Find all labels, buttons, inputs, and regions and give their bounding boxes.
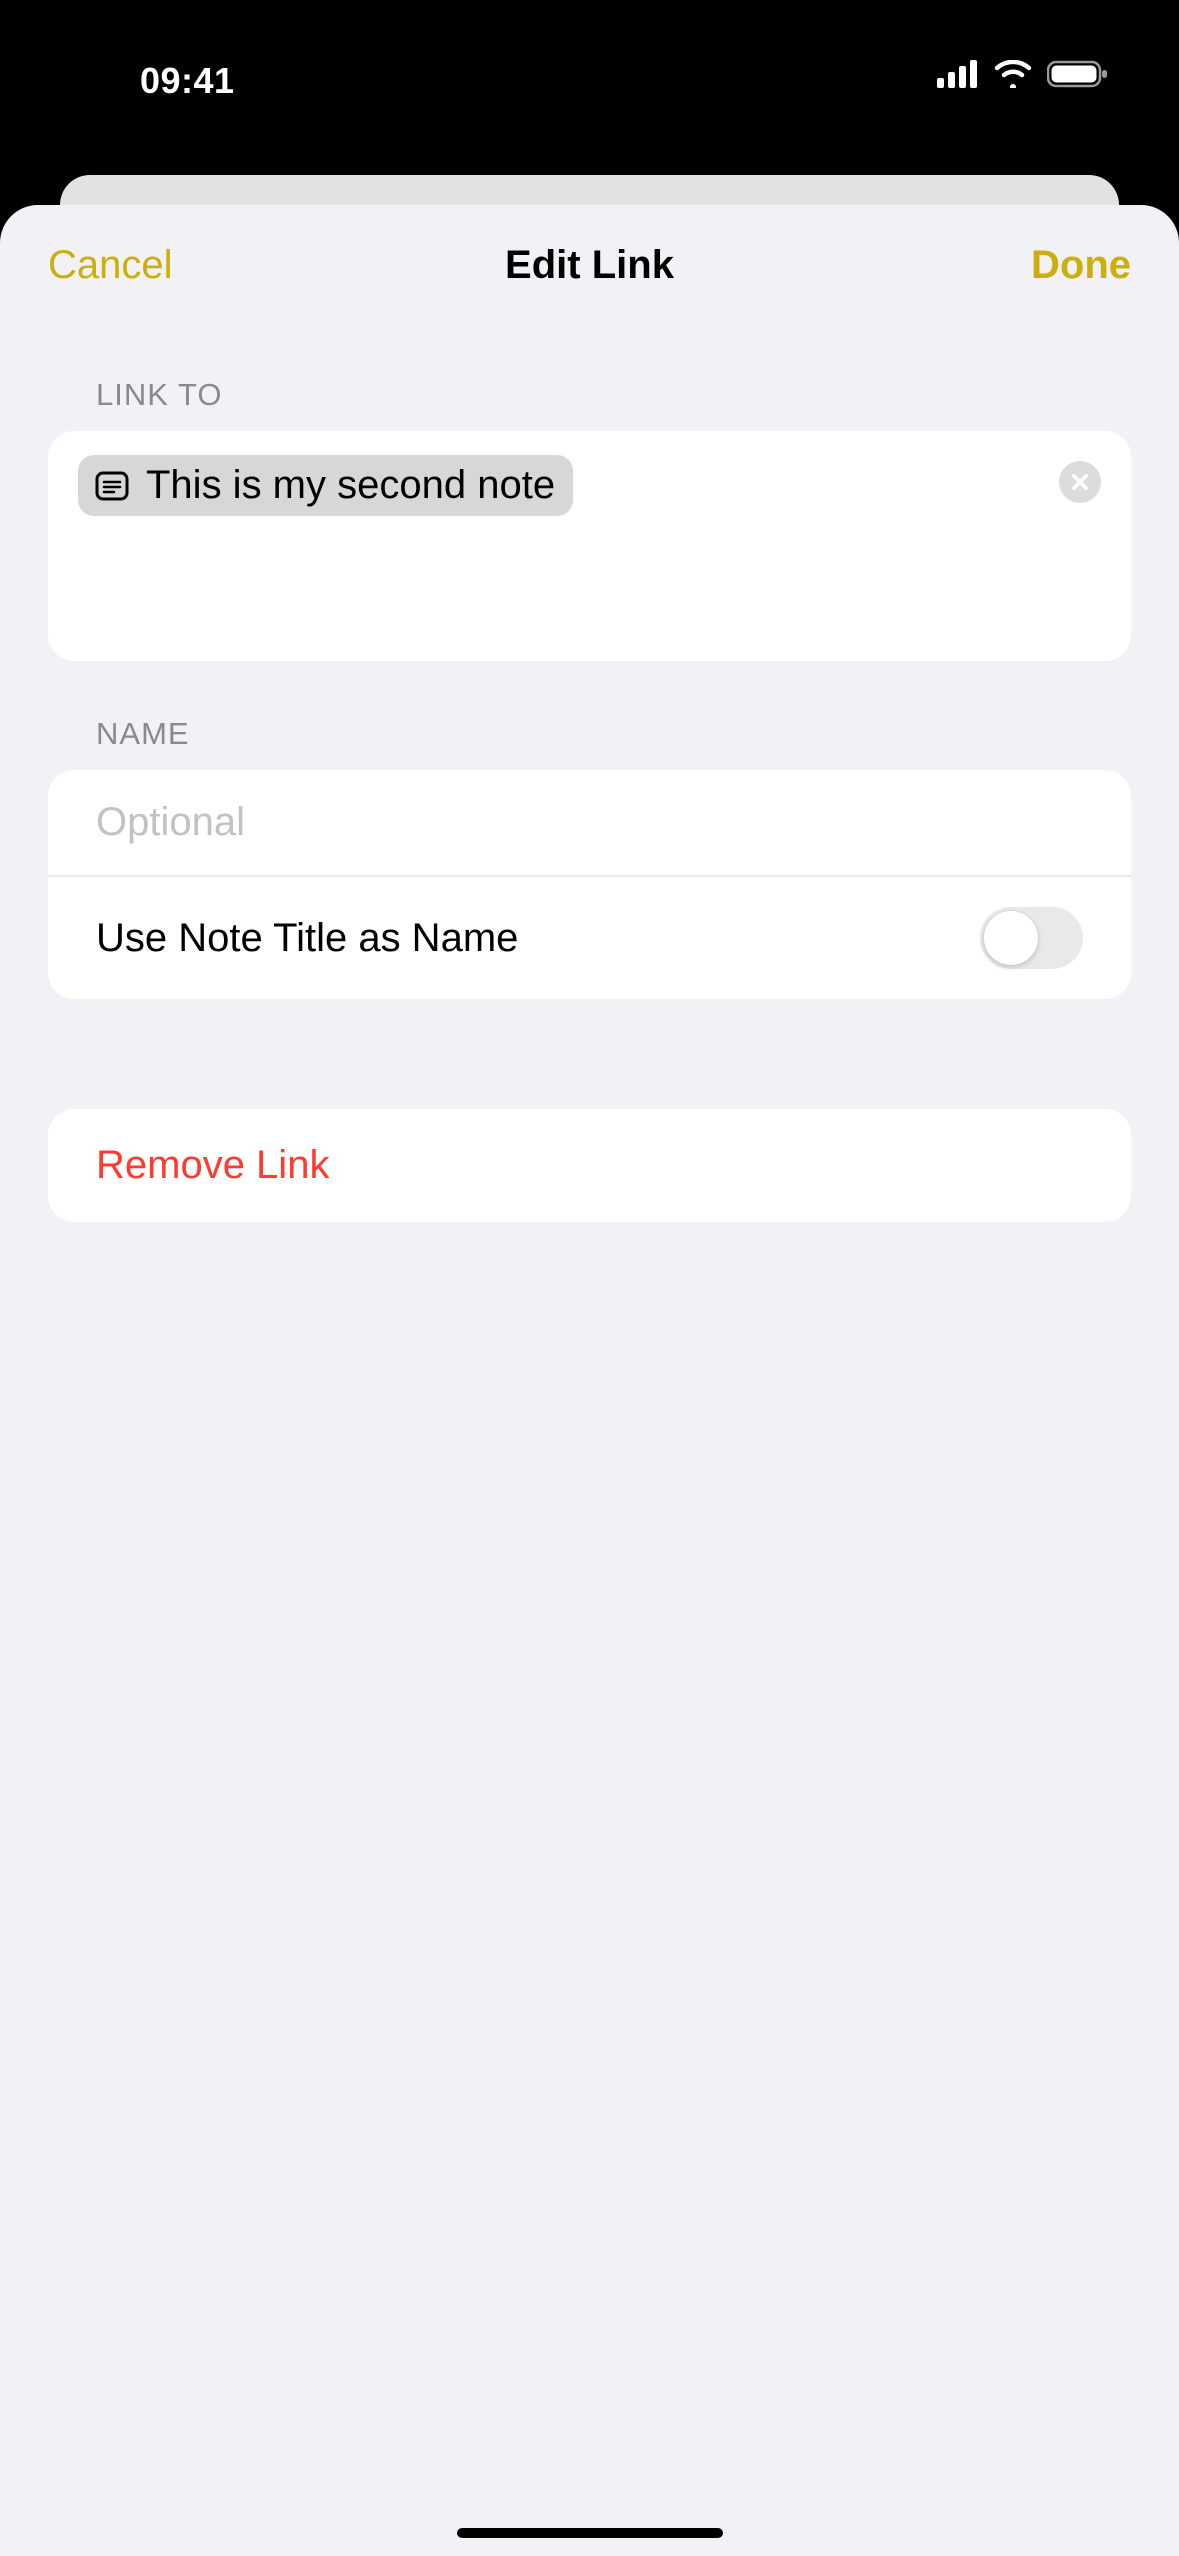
remove-link-button[interactable]: Remove Link bbox=[96, 1143, 329, 1188]
section-header-name: NAME bbox=[48, 716, 1131, 752]
cellular-icon bbox=[937, 60, 979, 88]
note-icon bbox=[92, 466, 132, 506]
link-to-card: This is my second note bbox=[48, 431, 1131, 661]
edit-link-sheet: Cancel Edit Link Done LINK TO This is my… bbox=[0, 205, 1179, 2556]
use-title-toggle[interactable] bbox=[980, 907, 1083, 969]
wifi-icon bbox=[993, 60, 1033, 88]
linked-note-chip[interactable]: This is my second note bbox=[78, 455, 573, 516]
section-header-link-to: LINK TO bbox=[48, 377, 1131, 413]
close-icon bbox=[1071, 473, 1089, 491]
status-time: 09:41 bbox=[140, 60, 235, 102]
toggle-knob bbox=[984, 911, 1038, 965]
section-link-to: LINK TO This is my second note bbox=[0, 377, 1179, 661]
status-bar: 09:41 bbox=[0, 0, 1179, 175]
done-button[interactable]: Done bbox=[1031, 243, 1131, 288]
nav-title: Edit Link bbox=[0, 243, 1179, 288]
name-input-row bbox=[48, 770, 1131, 875]
use-title-row: Use Note Title as Name bbox=[48, 875, 1131, 999]
cancel-button[interactable]: Cancel bbox=[48, 243, 173, 288]
name-input[interactable] bbox=[96, 800, 1083, 845]
use-title-label: Use Note Title as Name bbox=[96, 916, 518, 961]
nav-bar: Cancel Edit Link Done bbox=[0, 205, 1179, 325]
remove-card: Remove Link bbox=[48, 1109, 1131, 1222]
name-card: Use Note Title as Name bbox=[48, 770, 1131, 999]
home-indicator bbox=[457, 2528, 723, 2538]
status-icons bbox=[937, 60, 1109, 88]
section-remove: Remove Link bbox=[0, 1109, 1179, 1222]
linked-note-title: This is my second note bbox=[146, 463, 555, 508]
battery-icon bbox=[1047, 60, 1109, 88]
section-name: NAME Use Note Title as Name bbox=[0, 716, 1179, 999]
clear-link-button[interactable] bbox=[1059, 461, 1101, 503]
